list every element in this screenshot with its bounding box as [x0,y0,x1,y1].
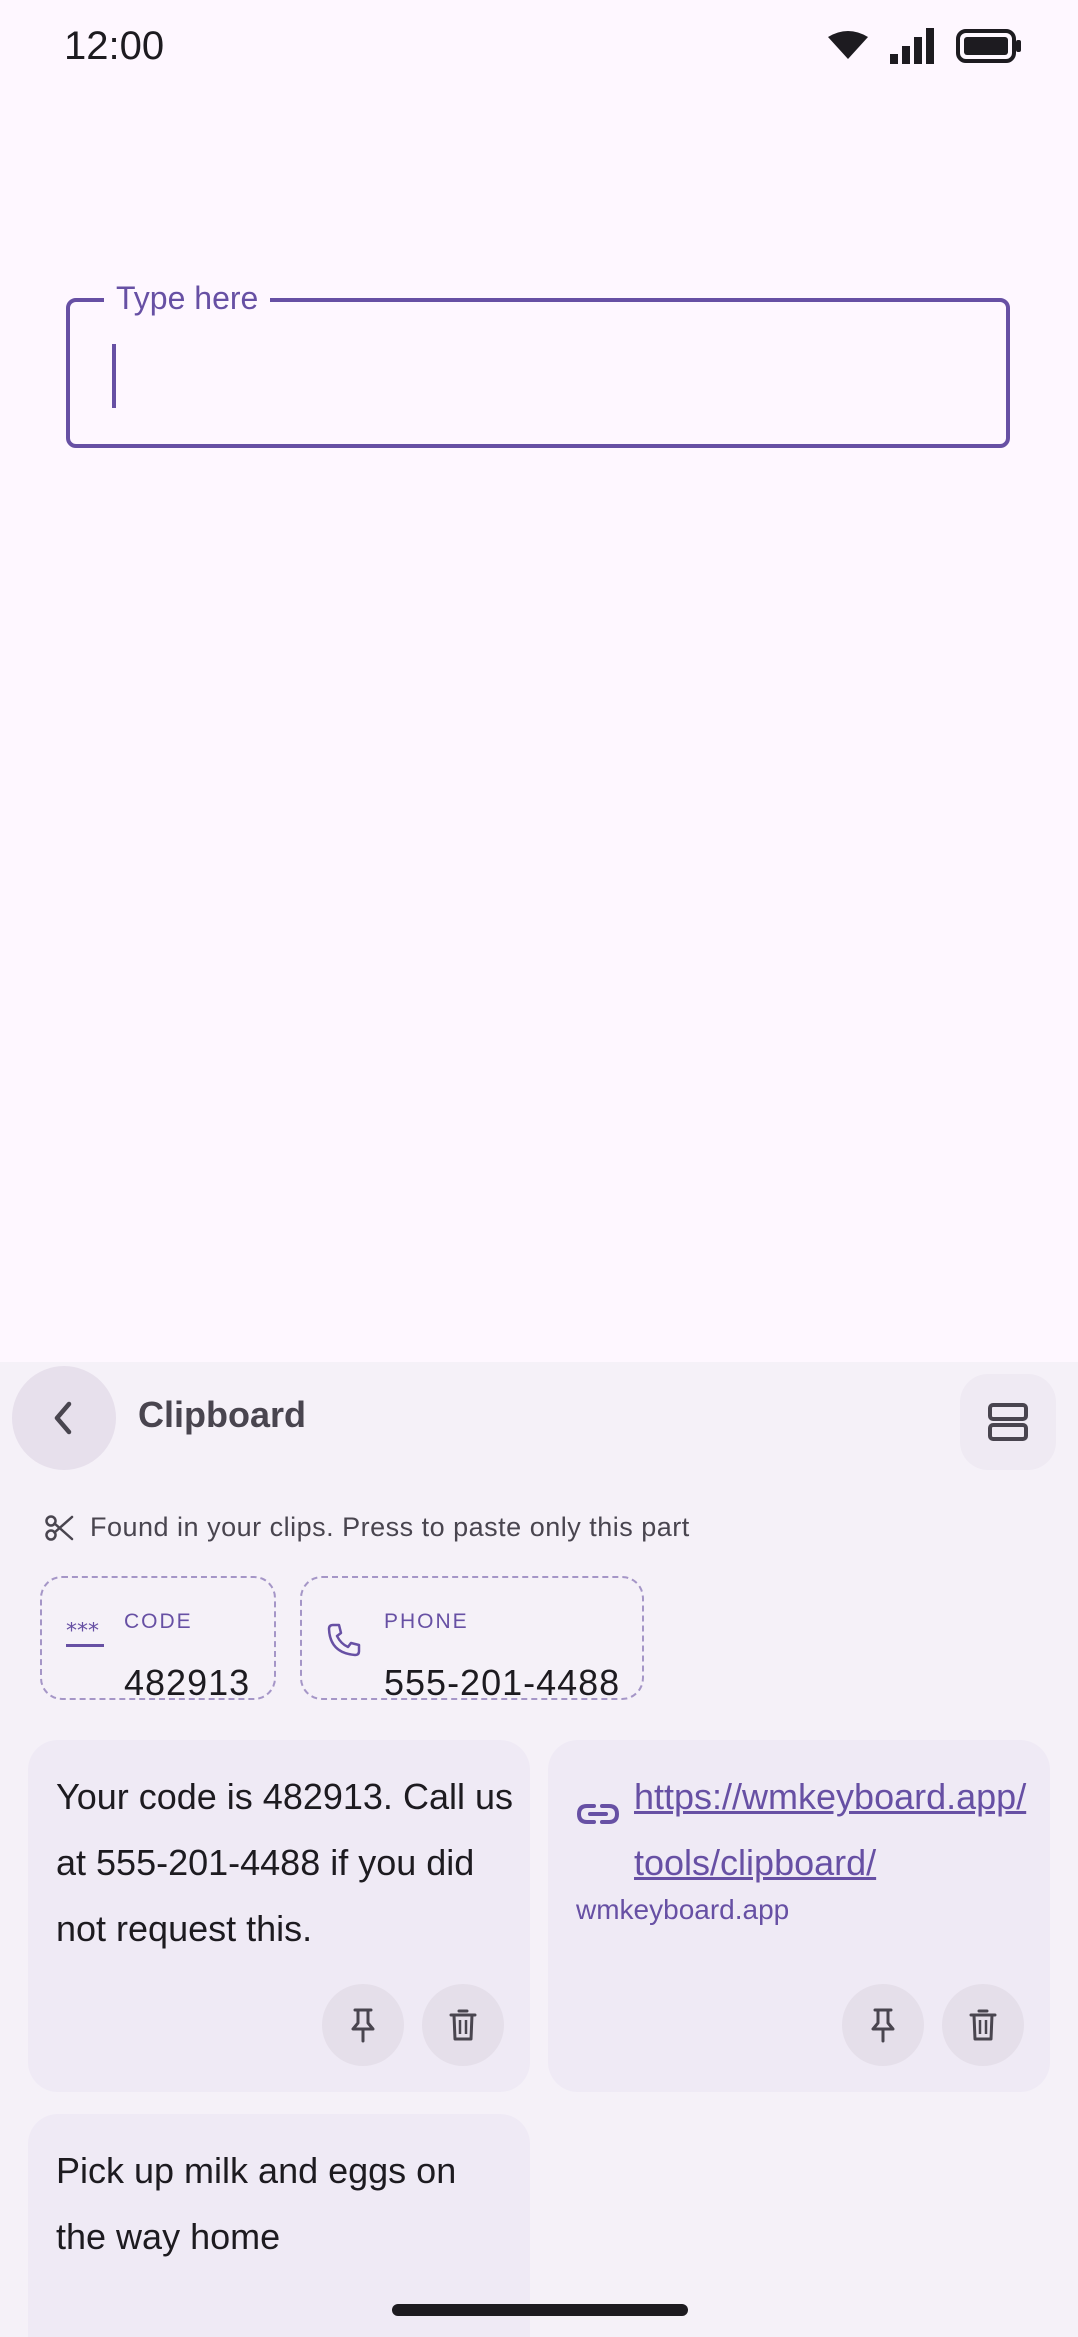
home-indicator[interactable] [392,2304,688,2316]
status-bar: 12:00 [0,0,1078,100]
view-agenda-icon [988,1403,1028,1441]
chevron-left-icon [54,1401,72,1435]
pin-icon [351,2008,375,2043]
link-domain: wmkeyboard.app [576,1894,790,1925]
text-field-label: Type here [104,276,271,320]
text-input-field[interactable]: Type here [66,276,1010,448]
code-chip[interactable]: *** CODE 482913 [40,1576,276,1700]
clip-actions [322,1984,504,2066]
battery-icon [956,29,1021,63]
phone-icon [327,1623,361,1657]
asterisks-icon: *** [66,1622,104,1647]
link-icon [576,1804,620,1824]
scissors-icon [45,1514,74,1541]
status-time: 12:00 [64,24,165,68]
delete-button[interactable] [422,1984,504,2066]
clip-card-link[interactable]: https://wmkeyboard.app/tools/clipboard/ … [548,1740,1050,2092]
pin-button[interactable] [842,1984,924,2066]
back-button[interactable] [12,1366,116,1470]
clipboard-panel: Clipboard Found in your clips. Press to … [0,1362,1078,2337]
pin-button[interactable] [322,1984,404,2066]
wifi-icon [828,31,868,59]
clip-link[interactable]: https://wmkeyboard.app/tools/clipboard/ [634,1764,1034,1896]
clip-card[interactable]: Your code is 482913. Call us at 555-201-… [28,1740,530,2092]
signal-icon [890,28,934,64]
svg-text:***: *** [66,1622,99,1644]
text-caret [112,344,116,408]
layout-toggle-button[interactable] [960,1374,1056,1470]
trash-icon [449,2009,477,2041]
link-row: https://wmkeyboard.app/tools/clipboard/ [576,1764,1034,1896]
code-chip-label: CODE [124,1610,193,1633]
phone-chip[interactable]: PHONE 555-201-4488 [300,1576,644,1700]
clip-text: Pick up milk and eggs on the way home [56,2150,457,2257]
phone-chip-value: 555-201-4488 [384,1662,621,1700]
pin-icon [871,2008,895,2043]
clipboard-header: Clipboard [0,1362,1078,1472]
trash-icon [969,2009,997,2041]
smart-parts-hint: Found in your clips. Press to paste only… [44,1512,690,1543]
code-chip-value: 482913 [124,1662,251,1700]
clipboard-title: Clipboard [138,1394,306,1435]
status-icons [828,28,1022,64]
delete-button[interactable] [942,1984,1024,2066]
hint-text: Found in your clips. Press to paste only… [90,1512,690,1542]
phone-chip-label: PHONE [384,1610,469,1633]
clip-actions [842,1984,1024,2066]
clip-text: Your code is 482913. Call us at 555-201-… [56,1776,513,1949]
